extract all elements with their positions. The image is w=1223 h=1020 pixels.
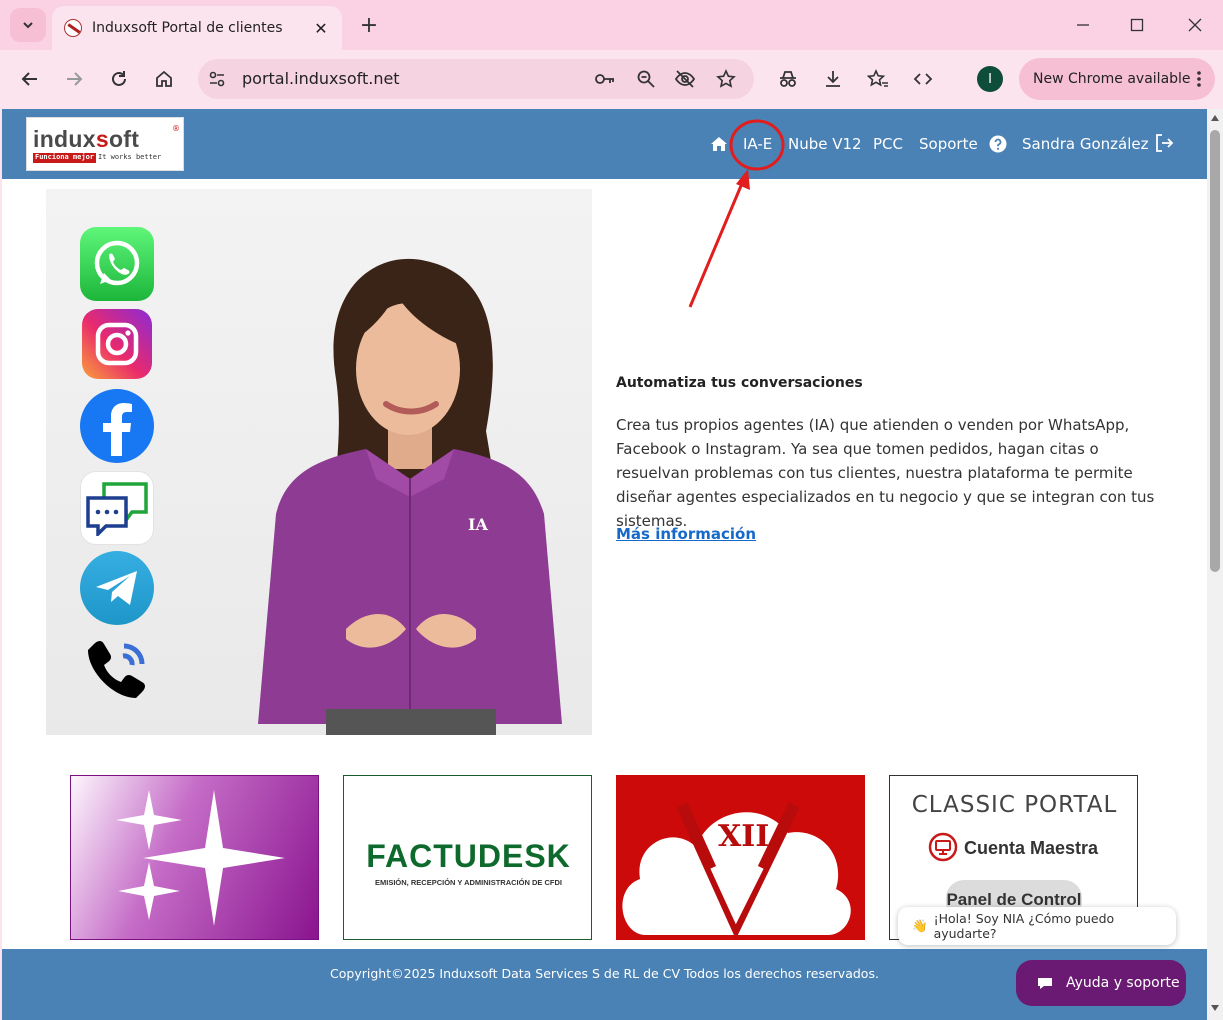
waving-hand-icon: 👋 bbox=[912, 918, 928, 933]
reload-icon bbox=[112, 71, 126, 86]
induxsoft-logo[interactable]: induxsoft ® Funciona mejor It works bette… bbox=[26, 117, 184, 171]
scroll-up-icon[interactable] bbox=[1210, 113, 1220, 123]
facebook-icon bbox=[80, 389, 154, 463]
factudesk-subtitle: EMISIÓN, RECEPCIÓN Y ADMINISTRACIÓN DE C… bbox=[375, 878, 562, 887]
back-button[interactable] bbox=[15, 64, 45, 94]
nav-item-soporte[interactable]: Soporte bbox=[919, 135, 978, 153]
browser-tab-active[interactable]: Induxsoft Portal de clientes ✕ bbox=[52, 6, 342, 50]
cloud-v12-icon bbox=[622, 802, 851, 940]
nube-xii-label: XII bbox=[718, 819, 770, 854]
classic-portal-title: CLASSIC PORTAL bbox=[911, 792, 1118, 818]
chrome-update-label: New Chrome available bbox=[1033, 71, 1191, 87]
home-icon bbox=[156, 70, 172, 87]
classic-account-label: Cuenta Maestra bbox=[964, 838, 1099, 858]
shirt-ia-label: IA bbox=[468, 515, 488, 534]
logo-wordmark: induxsoft bbox=[33, 126, 140, 152]
chat-bubbles-icon bbox=[80, 471, 154, 545]
incognito-icon bbox=[780, 71, 796, 87]
product-card-factudesk[interactable]: FACTUDESK EMISIÓN, RECEPCIÓN Y ADMINISTR… bbox=[343, 775, 592, 940]
password-key-icon[interactable] bbox=[594, 70, 616, 88]
home-button[interactable] bbox=[149, 64, 179, 94]
scroll-down-icon[interactable] bbox=[1210, 1003, 1220, 1013]
ai-agent-woman-illustration bbox=[258, 258, 562, 735]
downloads-button[interactable] bbox=[818, 64, 848, 94]
arrow-left-icon bbox=[21, 72, 37, 86]
more-info-link[interactable]: Más información bbox=[616, 525, 756, 543]
new-tab-button[interactable]: + bbox=[356, 12, 382, 38]
induxsoft-favicon-icon bbox=[64, 19, 82, 37]
help-support-label: Ayuda y soporte bbox=[1066, 975, 1180, 991]
site-info-icon[interactable] bbox=[208, 70, 226, 88]
annotation-arrow-head bbox=[736, 169, 750, 190]
window-close-button[interactable] bbox=[1180, 10, 1210, 40]
address-bar[interactable]: portal.induxsoft.net bbox=[198, 59, 754, 99]
kebab-menu-icon[interactable] bbox=[1197, 71, 1201, 87]
reload-button[interactable] bbox=[104, 64, 134, 94]
incognito-button[interactable] bbox=[773, 64, 803, 94]
phone-call-icon bbox=[80, 634, 154, 708]
site-navbar: induxsoft ® Funciona mejor It works bette… bbox=[2, 109, 1207, 179]
product-card-nube-v12[interactable]: XII bbox=[616, 775, 865, 940]
bookmark-star-icon[interactable] bbox=[716, 69, 736, 89]
window-minimize-button[interactable] bbox=[1068, 10, 1098, 40]
tab-search-button[interactable] bbox=[10, 8, 46, 42]
hero-description: Crea tus propios agentes (IA) que atiend… bbox=[616, 416, 1155, 530]
instagram-icon bbox=[82, 309, 152, 379]
whatsapp-icon bbox=[80, 227, 154, 301]
monitor-circle-icon bbox=[928, 832, 958, 862]
forward-button[interactable] bbox=[59, 64, 89, 94]
nav-item-pcc[interactable]: PCC bbox=[873, 135, 903, 153]
maximize-icon bbox=[1130, 18, 1144, 32]
nav-user-name[interactable]: Sandra González bbox=[1022, 135, 1149, 153]
factudesk-title: FACTUDESK bbox=[366, 838, 571, 874]
annotation-arrow-overlay bbox=[688, 119, 785, 308]
chevron-down-icon bbox=[23, 22, 33, 29]
web-page: induxsoft ® Funciona mejor It works bette… bbox=[2, 109, 1207, 1020]
eye-slash-icon[interactable] bbox=[674, 69, 696, 89]
window-maximize-button[interactable] bbox=[1122, 10, 1152, 40]
profile-avatar[interactable]: I bbox=[977, 66, 1003, 92]
minimize-icon bbox=[1077, 24, 1089, 26]
product-card-ia-stars[interactable] bbox=[70, 775, 319, 940]
annotation-circle bbox=[729, 119, 785, 171]
devtools-button[interactable] bbox=[908, 64, 938, 94]
page-scrollbar-thumb[interactable] bbox=[1210, 130, 1220, 572]
help-support-button[interactable]: Ayuda y soporte bbox=[1016, 960, 1186, 1006]
star-list-icon bbox=[867, 69, 888, 87]
chat-greeting-text: ¡Hola! Soy NIA ¿Cómo puedo ayudarte? bbox=[933, 911, 1115, 941]
zoom-icon[interactable] bbox=[636, 69, 656, 89]
reading-list-button[interactable] bbox=[863, 64, 893, 94]
logout-icon[interactable] bbox=[1154, 133, 1174, 153]
logo-tagline: Funciona mejor It works better bbox=[33, 153, 162, 163]
annotation-arrow-line bbox=[688, 180, 745, 308]
logo-registered-mark: ® bbox=[172, 124, 180, 133]
tab-title: Induxsoft Portal de clientes bbox=[92, 20, 283, 36]
sparkle-stars-icon bbox=[116, 790, 285, 926]
code-brackets-icon bbox=[913, 73, 933, 85]
chrome-update-button[interactable]: New Chrome available bbox=[1019, 58, 1215, 100]
telegram-icon bbox=[80, 551, 154, 625]
download-icon bbox=[826, 71, 840, 87]
arrow-right-icon bbox=[67, 72, 83, 86]
hero-title: Automatiza tus conversaciones bbox=[616, 375, 863, 391]
hero-image: IA bbox=[46, 189, 592, 735]
chat-bubble-icon bbox=[1038, 978, 1052, 989]
help-question-icon[interactable] bbox=[989, 135, 1007, 153]
close-icon bbox=[1188, 18, 1202, 32]
url-text: portal.induxsoft.net bbox=[242, 69, 400, 88]
chat-greeting-bubble[interactable]: 👋 ¡Hola! Soy NIA ¿Cómo puedo ayudarte? bbox=[898, 907, 1176, 945]
tab-close-icon[interactable]: ✕ bbox=[308, 15, 334, 41]
